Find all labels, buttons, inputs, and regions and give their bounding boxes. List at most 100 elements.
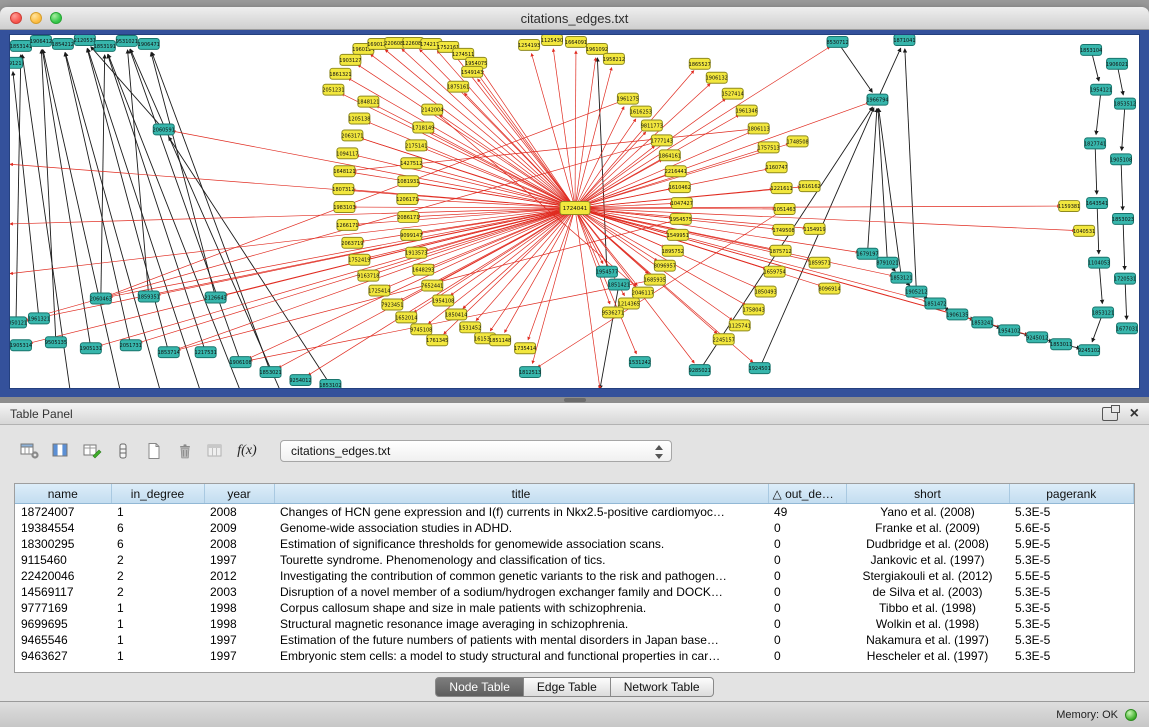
table-row[interactable]: 911546021997Tourette syndrome. Phenomeno…: [15, 552, 1134, 568]
network-node[interactable]: 1125741: [729, 320, 751, 331]
network-node[interactable]: 1954577: [596, 266, 618, 277]
tab-network-table[interactable]: Network Table: [611, 677, 714, 697]
column-header-out_de[interactable]: △ out_de…: [768, 484, 846, 504]
network-node[interactable]: 2051731: [120, 340, 142, 351]
network-node[interactable]: 1853104: [1080, 44, 1102, 55]
network-node[interactable]: 1221611: [771, 183, 793, 194]
network-node[interactable]: 2051231: [322, 84, 344, 95]
network-node[interactable]: 1758043: [743, 304, 765, 315]
network-node[interactable]: 1861321: [329, 68, 351, 79]
network-node[interactable]: 1906412: [30, 35, 52, 46]
network-node[interactable]: 7923451: [381, 299, 403, 310]
network-node[interactable]: 1895752: [662, 245, 684, 256]
network-node[interactable]: 1906135: [946, 309, 968, 320]
graph-edge[interactable]: [838, 42, 873, 92]
network-node[interactable]: 1961275: [617, 93, 639, 104]
network-node[interactable]: 1531452: [459, 322, 481, 333]
network-node[interactable]: 1807312: [332, 184, 354, 195]
network-node[interactable]: 1854212: [52, 38, 74, 49]
graph-edge[interactable]: [16, 55, 21, 322]
network-node[interactable]: 1679197: [856, 248, 878, 259]
network-node[interactable]: 1217531: [195, 347, 217, 358]
network-node[interactable]: 1812513: [519, 367, 541, 378]
column-header-in_degree[interactable]: in_degree: [111, 484, 204, 504]
graph-edge[interactable]: [877, 48, 900, 100]
network-node[interactable]: 1958212: [603, 53, 625, 64]
network-node[interactable]: 1724041: [560, 202, 590, 215]
network-node[interactable]: 1827741: [1084, 138, 1106, 149]
network-node[interactable]: 1851148: [489, 335, 511, 346]
network-node[interactable]: 1777143: [651, 135, 673, 146]
network-node[interactable]: 1961092: [586, 43, 608, 54]
network-node[interactable]: 1966794: [866, 94, 888, 105]
graph-edge[interactable]: [1095, 143, 1097, 194]
graph-edge[interactable]: [1123, 219, 1125, 270]
network-node[interactable]: 1081931: [397, 176, 419, 187]
network-node[interactable]: 1154919: [803, 223, 825, 234]
network-node[interactable]: 1924501: [749, 363, 771, 374]
function-builder-button[interactable]: f(x): [233, 438, 261, 464]
network-node[interactable]: 1853714: [158, 347, 180, 358]
network-node[interactable]: 1853121: [890, 272, 912, 283]
network-node[interactable]: 1616253: [630, 106, 652, 117]
network-node[interactable]: 1853512: [1114, 98, 1136, 109]
edit-table-button[interactable]: [78, 438, 106, 464]
network-node[interactable]: 8096914: [818, 283, 840, 294]
network-node[interactable]: 1094117: [336, 148, 358, 159]
tab-edge-table[interactable]: Edge Table: [524, 677, 611, 697]
network-node[interactable]: 1961346: [736, 105, 758, 116]
graph-edge[interactable]: [1096, 90, 1101, 135]
network-node[interactable]: 2126643: [205, 292, 227, 303]
network-node[interactable]: 2063171: [341, 130, 363, 141]
network-node[interactable]: 1850493: [755, 286, 777, 297]
graph-edge[interactable]: [575, 51, 576, 208]
network-node[interactable]: 1871041: [893, 35, 915, 45]
network-node[interactable]: 1266171: [336, 219, 358, 230]
network-node[interactable]: 1906021: [1106, 58, 1128, 69]
network-node[interactable]: 9811773: [641, 120, 663, 131]
network-node[interactable]: 9245012: [1026, 332, 1048, 343]
table-row[interactable]: 977716911998Corpus callosum shape and si…: [15, 600, 1134, 616]
create-table-button[interactable]: [140, 438, 168, 464]
network-node[interactable]: 1427512: [400, 158, 422, 169]
graph-edge[interactable]: [575, 208, 603, 264]
network-node[interactable]: 1749508: [773, 224, 795, 235]
network-node[interactable]: 1047427: [671, 198, 693, 209]
network-node[interactable]: 1720531: [1114, 273, 1136, 284]
network-node[interactable]: 1725414: [368, 285, 390, 296]
graph-edge[interactable]: [10, 208, 575, 274]
network-node[interactable]: 1851421: [608, 279, 630, 290]
network-node[interactable]: 2175141: [405, 140, 427, 151]
network-node[interactable]: 9285021: [689, 365, 711, 376]
network-node[interactable]: 1850414: [445, 309, 467, 320]
network-node[interactable]: 1677031: [1116, 323, 1138, 334]
graph-edge[interactable]: [130, 49, 241, 362]
network-canvas[interactable]: 1724041196127516162539811773177714318641…: [9, 34, 1140, 389]
graph-edge[interactable]: [1122, 104, 1125, 151]
graph-edge[interactable]: [575, 206, 1060, 208]
network-node[interactable]: 1159381: [1058, 201, 1080, 212]
network-node[interactable]: 1853191: [94, 40, 116, 51]
network-node[interactable]: 1752419: [348, 254, 370, 265]
table-row[interactable]: 2242004622012Investigating the contribut…: [15, 568, 1134, 584]
graph-edge[interactable]: [348, 78, 575, 208]
network-node[interactable]: 1954121: [1090, 84, 1112, 95]
tab-node-table[interactable]: Node Table: [435, 677, 524, 697]
network-node[interactable]: 1643541: [1086, 198, 1108, 209]
network-node[interactable]: 2060591: [153, 124, 175, 135]
network-node[interactable]: 1906471: [138, 38, 160, 49]
network-node[interactable]: 1875161: [447, 81, 469, 92]
graph-edge[interactable]: [878, 109, 887, 263]
float-panel-icon[interactable]: [1102, 407, 1118, 421]
delete-table-button[interactable]: [171, 438, 199, 464]
graph-edge[interactable]: [151, 53, 216, 298]
graph-edge[interactable]: [867, 109, 876, 254]
table-settings-button[interactable]: [16, 438, 44, 464]
table-row[interactable]: 1872400712008Changes of HCN gene express…: [15, 504, 1134, 521]
network-node[interactable]: 1905212: [905, 286, 927, 297]
zoom-window-button[interactable]: [50, 12, 62, 24]
graph-edge[interactable]: [490, 208, 575, 331]
network-node[interactable]: 1875712: [770, 245, 792, 256]
network-node[interactable]: 1664091: [565, 36, 587, 47]
network-node[interactable]: 9254012: [289, 375, 311, 386]
